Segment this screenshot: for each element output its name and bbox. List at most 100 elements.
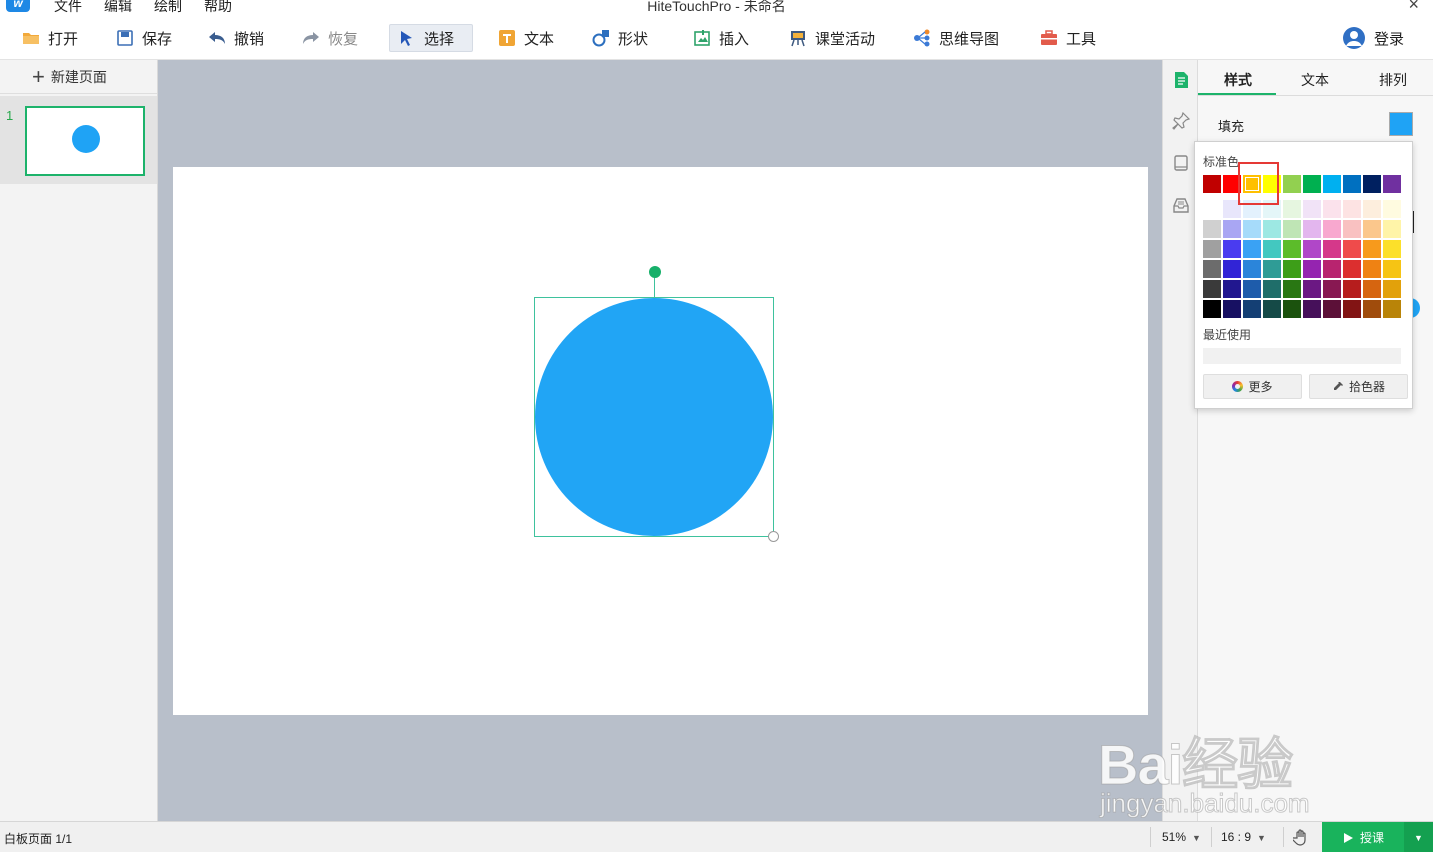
theme-color-swatch[interactable]	[1223, 240, 1241, 258]
standard-color-swatch[interactable]	[1383, 175, 1401, 193]
standard-color-swatch[interactable]	[1323, 175, 1341, 193]
theme-color-swatch[interactable]	[1223, 260, 1241, 278]
theme-color-swatch[interactable]	[1363, 240, 1381, 258]
theme-color-swatch[interactable]	[1303, 220, 1321, 238]
theme-color-swatch[interactable]	[1323, 200, 1341, 218]
zoom-select[interactable]: 51% ▼	[1162, 830, 1201, 844]
theme-color-swatch[interactable]	[1323, 280, 1341, 298]
standard-color-swatch[interactable]	[1363, 175, 1381, 193]
theme-color-swatch[interactable]	[1343, 280, 1361, 298]
fill-color-swatch[interactable]	[1389, 112, 1413, 136]
theme-color-swatch[interactable]	[1303, 260, 1321, 278]
theme-color-swatch[interactable]	[1383, 240, 1401, 258]
layers-tray-icon[interactable]	[1172, 196, 1190, 214]
theme-color-swatch[interactable]	[1383, 300, 1401, 318]
theme-color-swatch[interactable]	[1343, 300, 1361, 318]
redo-button[interactable]: 恢复	[294, 24, 366, 52]
aspect-ratio-select[interactable]: 16 : 9 ▼	[1221, 830, 1266, 844]
start-teaching-button[interactable]: 授课	[1322, 822, 1404, 852]
theme-color-swatch[interactable]	[1223, 220, 1241, 238]
whiteboard-page[interactable]	[173, 167, 1148, 715]
tab-text[interactable]: 文本	[1301, 70, 1329, 90]
theme-color-swatch[interactable]	[1203, 260, 1221, 278]
login-button[interactable]: 登录	[1334, 24, 1412, 52]
text-button[interactable]: 文本	[490, 24, 562, 52]
theme-color-swatch[interactable]	[1363, 200, 1381, 218]
theme-color-swatch[interactable]	[1263, 300, 1281, 318]
theme-color-swatch[interactable]	[1283, 200, 1301, 218]
undo-button[interactable]: 撤销	[200, 24, 272, 52]
teach-options-dropdown[interactable]: ▼	[1404, 822, 1433, 852]
standard-color-swatch[interactable]	[1203, 175, 1221, 193]
slide-list-item[interactable]: 1	[0, 96, 157, 184]
page-icon[interactable]	[1172, 154, 1190, 172]
insert-button[interactable]: 插入	[685, 24, 757, 52]
animation-pin-icon[interactable]	[1172, 112, 1190, 130]
theme-color-swatch[interactable]	[1343, 240, 1361, 258]
slide-thumbnail[interactable]	[25, 106, 145, 176]
theme-color-swatch[interactable]	[1243, 280, 1261, 298]
theme-color-swatch[interactable]	[1363, 260, 1381, 278]
theme-color-swatch[interactable]	[1323, 240, 1341, 258]
theme-color-swatch[interactable]	[1303, 240, 1321, 258]
theme-color-swatch[interactable]	[1323, 260, 1341, 278]
mindmap-button[interactable]: 思维导图	[905, 24, 1007, 52]
activity-button[interactable]: 课堂活动	[781, 24, 883, 52]
theme-color-swatch[interactable]	[1203, 300, 1221, 318]
new-page-button[interactable]: + 新建页面	[0, 60, 157, 94]
theme-color-swatch[interactable]	[1383, 200, 1401, 218]
tab-style[interactable]: 样式	[1224, 70, 1252, 90]
theme-color-swatch[interactable]	[1263, 280, 1281, 298]
tab-arrange[interactable]: 排列	[1379, 70, 1407, 90]
theme-color-swatch[interactable]	[1203, 280, 1221, 298]
theme-color-swatch[interactable]	[1283, 260, 1301, 278]
theme-color-swatch[interactable]	[1363, 300, 1381, 318]
circle-shape[interactable]	[535, 298, 773, 536]
shape-button[interactable]: 形状	[584, 24, 656, 52]
theme-color-swatch[interactable]	[1343, 200, 1361, 218]
theme-color-swatch[interactable]	[1263, 220, 1281, 238]
theme-color-swatch[interactable]	[1323, 220, 1341, 238]
selection-box[interactable]	[534, 266, 779, 542]
theme-color-swatch[interactable]	[1283, 220, 1301, 238]
theme-color-swatch[interactable]	[1303, 280, 1321, 298]
theme-color-swatch[interactable]	[1283, 300, 1301, 318]
resize-handle[interactable]	[768, 531, 779, 542]
close-window-button[interactable]: ×	[1408, 0, 1419, 15]
more-colors-button[interactable]: 更多	[1203, 374, 1302, 399]
theme-color-swatch[interactable]	[1343, 220, 1361, 238]
theme-color-swatch[interactable]	[1343, 260, 1361, 278]
theme-color-swatch[interactable]	[1263, 260, 1281, 278]
theme-color-swatch[interactable]	[1363, 220, 1381, 238]
theme-color-swatch[interactable]	[1243, 240, 1261, 258]
standard-color-swatch[interactable]	[1343, 175, 1361, 193]
theme-color-swatch[interactable]	[1203, 200, 1221, 218]
eyedropper-button[interactable]: 拾色器	[1309, 374, 1408, 399]
rotate-handle[interactable]	[649, 266, 661, 278]
theme-color-swatch[interactable]	[1243, 300, 1261, 318]
theme-color-swatch[interactable]	[1383, 260, 1401, 278]
theme-color-swatch[interactable]	[1303, 300, 1321, 318]
theme-color-swatch[interactable]	[1243, 260, 1261, 278]
save-button[interactable]: 保存	[108, 24, 180, 52]
standard-color-swatch[interactable]	[1303, 175, 1321, 193]
theme-color-swatch[interactable]	[1383, 280, 1401, 298]
theme-color-swatch[interactable]	[1383, 220, 1401, 238]
theme-color-swatch[interactable]	[1203, 220, 1221, 238]
theme-color-swatch[interactable]	[1243, 220, 1261, 238]
theme-color-swatch[interactable]	[1203, 240, 1221, 258]
open-button[interactable]: 打开	[14, 24, 86, 52]
theme-color-swatch[interactable]	[1223, 300, 1241, 318]
theme-color-swatch[interactable]	[1263, 240, 1281, 258]
theme-color-swatch[interactable]	[1323, 300, 1341, 318]
theme-color-swatch[interactable]	[1303, 200, 1321, 218]
select-button[interactable]: 选择	[389, 24, 473, 52]
standard-color-swatch[interactable]	[1283, 175, 1301, 193]
gesture-hand-icon[interactable]	[1293, 828, 1311, 846]
style-doc-icon[interactable]	[1172, 71, 1190, 89]
tools-button[interactable]: 工具	[1032, 24, 1104, 52]
theme-color-swatch[interactable]	[1363, 280, 1381, 298]
theme-color-swatch[interactable]	[1283, 280, 1301, 298]
theme-color-swatch[interactable]	[1283, 240, 1301, 258]
theme-color-swatch[interactable]	[1223, 280, 1241, 298]
